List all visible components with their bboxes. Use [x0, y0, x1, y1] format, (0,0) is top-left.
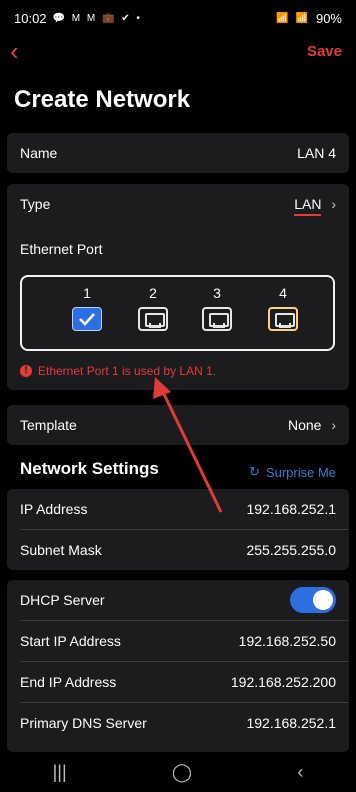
ethernet-port-1[interactable]: 1 [67, 285, 107, 331]
top-bar: ‹ Save [0, 36, 356, 66]
chevron-right-icon: › [331, 196, 336, 212]
type-value: LAN [294, 196, 322, 216]
battery-level: 90% [315, 10, 342, 26]
network-settings-title: Network Settings [20, 459, 159, 478]
end-ip-row[interactable]: End IP Address 192.168.252.200 [7, 662, 349, 702]
signal-icons: 📶 📶 [276, 12, 310, 24]
recent-apps-icon[interactable]: ||| [53, 762, 67, 783]
template-value: None [287, 417, 322, 433]
ip-address-label: IP Address [20, 501, 88, 517]
subnet-mask-row[interactable]: Subnet Mask 255.255.255.0 [7, 530, 349, 570]
ethernet-port-2[interactable]: 2 [133, 285, 173, 331]
template-label: Template [20, 417, 77, 433]
primary-dns-row[interactable]: Primary DNS Server 192.168.252.1 [7, 703, 349, 743]
page-title: Create Network [14, 86, 191, 113]
ethernet-port-selector: 1 2 3 4 [20, 275, 335, 351]
start-ip-value: 192.168.252.50 [238, 633, 336, 649]
dhcp-toggle[interactable] [290, 587, 336, 613]
name-label: Name [20, 145, 58, 161]
start-ip-label: Start IP Address [20, 633, 121, 649]
alert-icon: ! [20, 365, 32, 377]
checkmark-icon [72, 307, 102, 331]
surprise-me-button[interactable]: ↻ Surprise Me [249, 464, 336, 480]
subnet-mask-label: Subnet Mask [20, 542, 102, 558]
name-card: Name LAN 4 [7, 133, 349, 173]
ethernet-port-number: 1 [83, 285, 91, 301]
back-chevron-icon[interactable]: ‹ [10, 38, 19, 64]
refresh-icon: ↻ [249, 464, 260, 479]
ethernet-port-number: 3 [213, 285, 221, 301]
ethernet-port-number: 2 [149, 285, 157, 301]
back-icon[interactable]: ‹ [297, 762, 303, 783]
type-card: Type LAN › Ethernet Port 1 2 3 4 ! Ether… [7, 184, 349, 390]
status-bar: 10:02 💬 M M 💼 ✔ • 📶 📶 90% [0, 0, 356, 36]
start-ip-row[interactable]: Start IP Address 192.168.252.50 [7, 621, 349, 661]
network-settings-card: IP Address 192.168.252.1 Subnet Mask 255… [7, 489, 349, 570]
dhcp-card: DHCP Server Start IP Address 192.168.252… [7, 580, 349, 752]
ethernet-port-3[interactable]: 3 [197, 285, 237, 331]
port-warning: ! Ethernet Port 1 is used by LAN 1. [20, 364, 216, 378]
ethernet-port-label: Ethernet Port [20, 241, 103, 257]
end-ip-label: End IP Address [20, 674, 117, 690]
ethernet-port-4[interactable]: 4 [263, 285, 303, 331]
primary-dns-label: Primary DNS Server [20, 715, 147, 731]
system-nav-bar: ||| ◯ ‹ [0, 752, 356, 792]
port-warning-text: Ethernet Port 1 is used by LAN 1. [38, 364, 217, 378]
chevron-right-icon: › [331, 417, 336, 433]
home-icon[interactable]: ◯ [172, 762, 192, 783]
status-time: 10:02 [14, 10, 47, 26]
ip-address-row[interactable]: IP Address 192.168.252.1 [7, 489, 349, 529]
template-card: Template None › [7, 405, 349, 445]
end-ip-value: 192.168.252.200 [230, 674, 336, 690]
ip-address-value: 192.168.252.1 [246, 501, 336, 517]
ethernet-icon [138, 307, 168, 331]
dhcp-server-label: DHCP Server [20, 592, 105, 608]
notification-icons: 💬 M M 💼 ✔ • [52, 12, 142, 24]
ethernet-icon [268, 307, 298, 331]
primary-dns-value: 192.168.252.1 [246, 715, 336, 731]
surprise-me-label: Surprise Me [265, 464, 336, 480]
name-row[interactable]: Name LAN 4 [7, 133, 349, 173]
type-label: Type [20, 196, 51, 212]
template-row[interactable]: Template None › [7, 405, 349, 445]
ethernet-port-number: 4 [279, 285, 287, 301]
ethernet-icon [202, 307, 232, 331]
type-row[interactable]: Type LAN › [7, 184, 349, 224]
save-button[interactable]: Save [307, 43, 342, 60]
dhcp-server-row: DHCP Server [7, 580, 349, 620]
name-value: LAN 4 [297, 145, 336, 161]
subnet-mask-value: 255.255.255.0 [246, 542, 336, 558]
